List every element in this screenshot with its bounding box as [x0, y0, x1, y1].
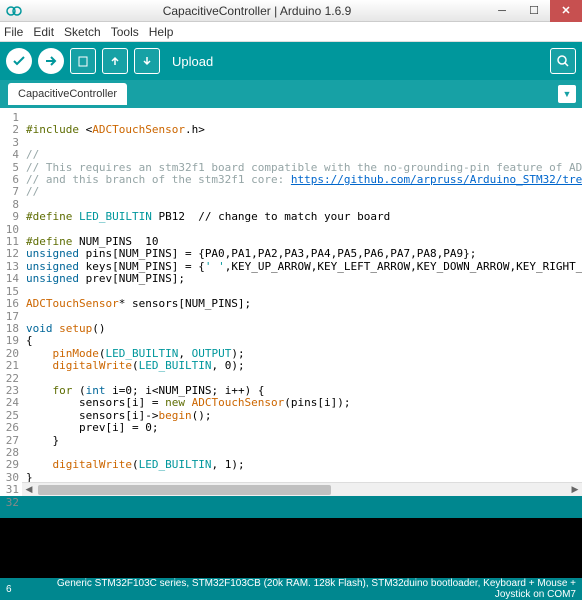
arduino-logo-icon [6, 3, 22, 19]
serial-monitor-button[interactable] [550, 48, 576, 74]
status-board-info: Generic STM32F103C series, STM32F103CB (… [36, 578, 576, 600]
chevron-down-icon: ▼ [563, 89, 572, 99]
scroll-right-icon[interactable]: ▶ [568, 483, 582, 497]
titlebar: CapacitiveController | Arduino 1.6.9 ─ ☐… [0, 0, 582, 22]
menu-edit[interactable]: Edit [33, 25, 54, 39]
upload-label: Upload [172, 54, 213, 69]
line-number: 9 [0, 211, 19, 223]
message-bar [0, 496, 582, 518]
save-button[interactable] [134, 48, 160, 74]
tab-bar: CapacitiveController ▼ [0, 80, 582, 108]
scroll-thumb[interactable] [38, 485, 331, 495]
maximize-button[interactable]: ☐ [518, 0, 550, 22]
verify-button[interactable] [6, 48, 32, 74]
sketch-tab[interactable]: CapacitiveController [8, 83, 127, 105]
status-line-number: 6 [6, 584, 36, 595]
minimize-button[interactable]: ─ [486, 0, 518, 22]
close-button[interactable]: ✕ [550, 0, 582, 22]
line-number: 31 [0, 484, 19, 496]
line-number: 7 [0, 186, 19, 198]
line-number: 29 [0, 459, 19, 471]
toolbar: Upload [0, 42, 582, 80]
open-button[interactable] [102, 48, 128, 74]
new-button[interactable] [70, 48, 96, 74]
upload-button[interactable] [38, 48, 64, 74]
line-number: 16 [0, 298, 19, 310]
magnifier-icon [556, 54, 570, 68]
scroll-left-icon[interactable]: ◀ [22, 483, 36, 497]
line-gutter: 1234567891011121314151617181920212223242… [0, 108, 22, 496]
line-number: 32 [0, 497, 19, 509]
line-number: 4 [0, 149, 19, 161]
horizontal-scrollbar[interactable]: ◀ ▶ [22, 482, 582, 496]
line-number: 14 [0, 273, 19, 285]
tab-menu-button[interactable]: ▼ [558, 85, 576, 103]
check-icon [12, 54, 26, 68]
line-number: 2 [0, 124, 19, 136]
menu-sketch[interactable]: Sketch [64, 25, 101, 39]
line-number: 21 [0, 360, 19, 372]
menu-tools[interactable]: Tools [111, 25, 139, 39]
line-number: 12 [0, 248, 19, 260]
code-editor[interactable]: 1234567891011121314151617181920212223242… [0, 108, 582, 496]
status-bar: 6 Generic STM32F103C series, STM32F103CB… [0, 578, 582, 600]
arrow-down-icon [141, 55, 153, 67]
line-number: 24 [0, 397, 19, 409]
menu-file[interactable]: File [4, 25, 23, 39]
line-number: 19 [0, 335, 19, 347]
arrow-up-icon [109, 55, 121, 67]
file-icon [77, 55, 89, 67]
menubar: File Edit Sketch Tools Help [0, 22, 582, 42]
window-title: CapacitiveController | Arduino 1.6.9 [28, 4, 486, 18]
code-area[interactable]: #include <ADCTouchSensor.h> // // This r… [22, 108, 582, 496]
console [0, 518, 582, 578]
line-number: 26 [0, 422, 19, 434]
arrow-right-icon [44, 54, 58, 68]
menu-help[interactable]: Help [149, 25, 174, 39]
